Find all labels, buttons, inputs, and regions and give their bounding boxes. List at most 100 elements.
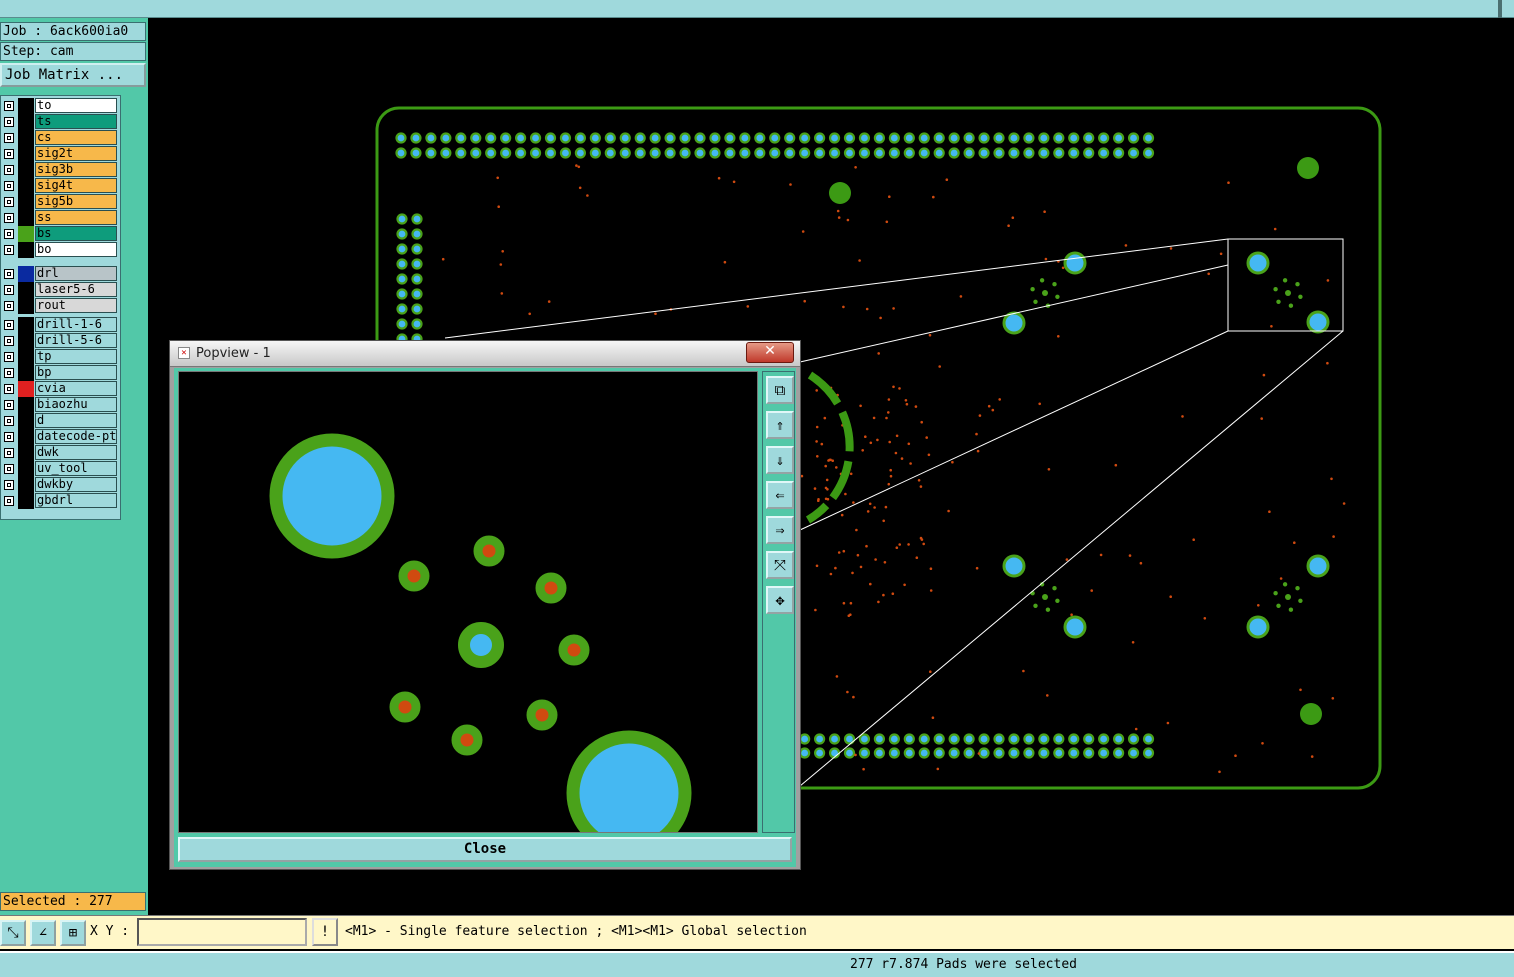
snap-grid-icon[interactable]: ⊞ — [60, 920, 86, 946]
layer-row[interactable]: dwk — [1, 445, 119, 461]
layer-checkbox[interactable] — [4, 197, 14, 207]
pan-down-icon[interactable]: ⇓ — [766, 446, 794, 474]
zoom-out-icon[interactable]: ⤧ — [766, 551, 794, 579]
layer-color-swatch[interactable] — [18, 477, 34, 493]
layer-color-swatch[interactable] — [18, 365, 34, 381]
layer-color-swatch[interactable] — [18, 178, 34, 194]
layer-color-swatch[interactable] — [18, 493, 34, 509]
layer-color-swatch[interactable] — [18, 210, 34, 226]
close-button[interactable]: Close — [178, 837, 792, 862]
layer-row[interactable]: sig4t — [1, 178, 119, 194]
layer-checkbox[interactable] — [4, 448, 14, 458]
layer-checkbox[interactable] — [4, 400, 14, 410]
layer-name[interactable]: rout — [35, 298, 117, 313]
layer-color-swatch[interactable] — [18, 282, 34, 298]
layer-row[interactable]: laser5-6 — [1, 282, 119, 298]
job-matrix-button[interactable]: Job Matrix ... — [0, 63, 146, 87]
layer-name[interactable]: drill-5-6 — [35, 333, 117, 348]
layer-checkbox[interactable] — [4, 384, 14, 394]
pan-left-icon[interactable]: ⇐ — [766, 481, 794, 509]
layer-name[interactable]: d — [35, 413, 117, 428]
layer-name[interactable]: drill-1-6 — [35, 317, 117, 332]
layer-row[interactable]: drl — [1, 266, 119, 282]
layer-checkbox[interactable] — [4, 117, 14, 127]
layer-name[interactable]: sig2t — [35, 146, 117, 161]
layer-name[interactable]: dwk — [35, 445, 117, 460]
layer-checkbox[interactable] — [4, 181, 14, 191]
layer-name[interactable]: sig5b — [35, 194, 117, 209]
layer-color-swatch[interactable] — [18, 298, 34, 314]
layer-name[interactable]: dwkby — [35, 477, 117, 492]
layer-checkbox[interactable] — [4, 245, 14, 255]
zoom-fit-icon[interactable]: ⧉ — [766, 376, 794, 404]
layer-name[interactable]: ss — [35, 210, 117, 225]
layer-row[interactable]: sig2t — [1, 146, 119, 162]
layer-name[interactable]: datecode-ptd — [35, 429, 117, 444]
layer-color-swatch[interactable] — [18, 162, 34, 178]
layer-name[interactable]: biaozhu — [35, 397, 117, 412]
layer-row[interactable]: ss — [1, 210, 119, 226]
layer-color-swatch[interactable] — [18, 266, 34, 282]
layer-row[interactable]: bp — [1, 365, 119, 381]
layer-row[interactable]: rout — [1, 298, 119, 314]
pan-up-icon[interactable]: ⇑ — [766, 411, 794, 439]
layer-checkbox[interactable] — [4, 496, 14, 506]
layer-checkbox[interactable] — [4, 464, 14, 474]
popview-titlebar[interactable]: ✕ Popview - 1 ✕ — [170, 341, 800, 367]
layer-row[interactable]: cvia — [1, 381, 119, 397]
layer-name[interactable]: ts — [35, 114, 117, 129]
layer-checkbox[interactable] — [4, 149, 14, 159]
layer-name[interactable]: sig4t — [35, 178, 117, 193]
layer-row[interactable]: to — [1, 98, 119, 114]
layer-checkbox[interactable] — [4, 165, 14, 175]
layer-name[interactable]: cvia — [35, 381, 117, 396]
layer-row[interactable]: sig3b — [1, 162, 119, 178]
layer-checkbox[interactable] — [4, 368, 14, 378]
layer-color-swatch[interactable] — [18, 429, 34, 445]
layer-checkbox[interactable] — [4, 352, 14, 362]
layer-row[interactable]: datecode-ptd — [1, 429, 119, 445]
layer-name[interactable]: to — [35, 98, 117, 113]
layer-row[interactable]: bs — [1, 226, 119, 242]
layer-color-swatch[interactable] — [18, 98, 34, 114]
measure-icon[interactable]: ∠ — [30, 920, 56, 946]
layer-checkbox[interactable] — [4, 285, 14, 295]
layer-color-swatch[interactable] — [18, 333, 34, 349]
layer-color-swatch[interactable] — [18, 397, 34, 413]
layer-checkbox[interactable] — [4, 229, 14, 239]
layer-row[interactable]: sig5b — [1, 194, 119, 210]
layer-name[interactable]: bo — [35, 242, 117, 257]
layer-row[interactable]: cs — [1, 130, 119, 146]
layer-checkbox[interactable] — [4, 269, 14, 279]
layer-checkbox[interactable] — [4, 480, 14, 490]
layer-row[interactable]: bo — [1, 242, 119, 258]
layer-name[interactable]: cs — [35, 130, 117, 145]
layer-color-swatch[interactable] — [18, 226, 34, 242]
layer-checkbox[interactable] — [4, 416, 14, 426]
layer-color-swatch[interactable] — [18, 194, 34, 210]
layer-name[interactable]: bs — [35, 226, 117, 241]
layer-checkbox[interactable] — [4, 336, 14, 346]
layer-checkbox[interactable] — [4, 432, 14, 442]
layer-row[interactable]: drill-1-6 — [1, 317, 119, 333]
layer-color-swatch[interactable] — [18, 130, 34, 146]
layer-row[interactable]: biaozhu — [1, 397, 119, 413]
layer-color-swatch[interactable] — [18, 317, 34, 333]
layer-checkbox[interactable] — [4, 213, 14, 223]
layer-name[interactable]: gbdrl — [35, 493, 117, 508]
layer-color-swatch[interactable] — [18, 349, 34, 365]
layer-color-swatch[interactable] — [18, 146, 34, 162]
window-close-button[interactable]: ✕ — [746, 342, 794, 363]
pan-right-icon[interactable]: ⇒ — [766, 516, 794, 544]
layer-color-swatch[interactable] — [18, 381, 34, 397]
layer-name[interactable]: tp — [35, 349, 117, 364]
layer-name[interactable]: bp — [35, 365, 117, 380]
layer-row[interactable]: uv_tool — [1, 461, 119, 477]
layer-name[interactable]: uv_tool — [35, 461, 117, 476]
warning-icon[interactable]: ! — [312, 918, 338, 946]
layer-color-swatch[interactable] — [18, 445, 34, 461]
layer-row[interactable]: ts — [1, 114, 119, 130]
layer-color-swatch[interactable] — [18, 242, 34, 258]
layer-row[interactable]: tp — [1, 349, 119, 365]
layer-color-swatch[interactable] — [18, 114, 34, 130]
